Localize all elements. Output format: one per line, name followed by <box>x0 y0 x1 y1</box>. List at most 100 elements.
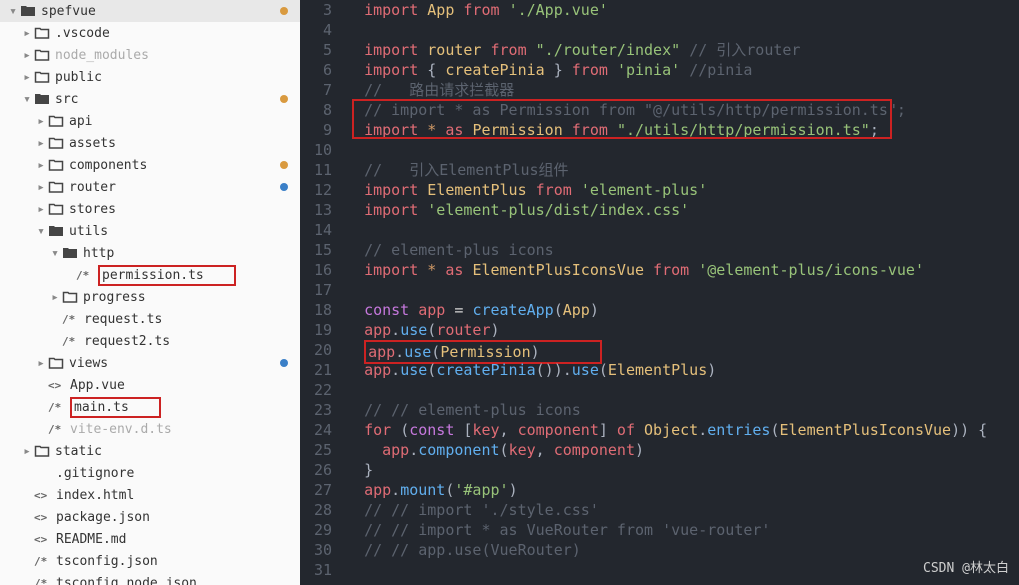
file-item[interactable]: .gitignore <box>0 462 300 484</box>
file-icon: /* <box>76 269 98 282</box>
code-line[interactable]: for (const [key, component] of Object.en… <box>346 420 1019 440</box>
line-number: 15 <box>300 240 332 260</box>
file-icon: /* <box>34 577 56 585</box>
chevron-icon: ▸ <box>48 290 62 305</box>
item-label: http <box>83 246 114 261</box>
file-item[interactable]: /* permission.ts <box>0 264 300 286</box>
code-line[interactable]: import ElementPlus from 'element-plus' <box>346 180 1019 200</box>
code-line[interactable]: app.component(key, component) <box>346 440 1019 460</box>
folder-item[interactable]: ▸.vscode <box>0 22 300 44</box>
folder-item[interactable]: ▸assets <box>0 132 300 154</box>
folder-item[interactable]: ▾spefvue <box>0 0 300 22</box>
item-label: README.md <box>56 532 126 547</box>
line-number: 13 <box>300 200 332 220</box>
line-number: 7 <box>300 80 332 100</box>
code-area[interactable]: CSDN @林太白 import App from './App.vue' im… <box>346 0 1019 585</box>
folder-item[interactable]: ▸ node_modules <box>0 44 300 66</box>
code-line[interactable] <box>346 380 1019 400</box>
line-number: 14 <box>300 220 332 240</box>
file-item[interactable]: /*vite-env.d.ts <box>0 418 300 440</box>
folder-item[interactable]: ▸views <box>0 352 300 374</box>
file-item[interactable]: /*tsconfig.node.json <box>0 572 300 585</box>
item-label: node_modules <box>55 48 149 63</box>
line-number-gutter: 3456789101112131415161718192021222324252… <box>300 0 346 585</box>
line-number: 25 <box>300 440 332 460</box>
code-line[interactable]: app.mount('#app') <box>346 480 1019 500</box>
code-line[interactable]: // // element-plus icons <box>346 400 1019 420</box>
code-line[interactable] <box>346 20 1019 40</box>
line-number: 23 <box>300 400 332 420</box>
item-label: stores <box>69 202 116 217</box>
folder-item[interactable]: ▸stores <box>0 198 300 220</box>
line-number: 24 <box>300 420 332 440</box>
line-number: 22 <box>300 380 332 400</box>
line-number: 12 <box>300 180 332 200</box>
modified-dot <box>280 95 288 103</box>
folder-item[interactable]: ▸progress <box>0 286 300 308</box>
modified-dot <box>280 161 288 169</box>
folder-item[interactable]: ▸public <box>0 66 300 88</box>
code-line[interactable]: import router from "./router/index" // 引… <box>346 40 1019 60</box>
item-label: assets <box>69 136 116 151</box>
code-line[interactable]: import 'element-plus/dist/index.css' <box>346 200 1019 220</box>
code-line[interactable]: import * as Permission from "./utils/htt… <box>346 120 1019 140</box>
chevron-icon: ▸ <box>20 48 34 63</box>
code-line[interactable]: // element-plus icons <box>346 240 1019 260</box>
file-item[interactable]: /*request.ts <box>0 308 300 330</box>
code-line[interactable]: import App from './App.vue' <box>346 0 1019 20</box>
folder-item[interactable]: ▾utils <box>0 220 300 242</box>
file-icon: /* <box>62 335 84 348</box>
file-item[interactable]: <>index.html <box>0 484 300 506</box>
file-item[interactable]: /*request2.ts <box>0 330 300 352</box>
line-number: 6 <box>300 60 332 80</box>
line-number: 27 <box>300 480 332 500</box>
code-line[interactable] <box>346 280 1019 300</box>
folder-item[interactable]: ▾http <box>0 242 300 264</box>
code-line[interactable]: // import * as Permission from "@/utils/… <box>346 100 1019 120</box>
file-item[interactable]: <>package.json <box>0 506 300 528</box>
code-line[interactable]: import * as ElementPlusIconsVue from '@e… <box>346 260 1019 280</box>
file-item[interactable]: <>App.vue <box>0 374 300 396</box>
folder-item[interactable]: ▸router <box>0 176 300 198</box>
code-line[interactable]: } <box>346 460 1019 480</box>
file-explorer[interactable]: ▾spefvue▸.vscode▸node_modules▸public▾src… <box>0 0 300 585</box>
code-line[interactable]: app.use(createPinia()).use(ElementPlus) <box>346 360 1019 380</box>
code-line[interactable]: app.use(router) <box>346 320 1019 340</box>
code-line[interactable] <box>346 220 1019 240</box>
code-line[interactable]: // 路由请求拦截器 <box>346 80 1019 100</box>
file-icon: <> <box>34 489 56 502</box>
folder-item[interactable]: ▸static <box>0 440 300 462</box>
modified-dot <box>280 7 288 15</box>
code-line[interactable] <box>346 140 1019 160</box>
code-line[interactable]: // // import './style.css' <box>346 500 1019 520</box>
folder-item[interactable]: ▸api <box>0 110 300 132</box>
item-label: index.html <box>56 488 134 503</box>
item-label: main.ts <box>74 400 129 415</box>
file-icon: /* <box>48 401 70 414</box>
chevron-icon: ▸ <box>34 158 48 173</box>
code-line[interactable]: app.use(Permission) <box>346 340 1019 360</box>
item-label: request.ts <box>84 312 162 327</box>
line-number: 21 <box>300 360 332 380</box>
code-line[interactable] <box>346 560 1019 580</box>
code-line[interactable]: // // import * as VueRouter from 'vue-ro… <box>346 520 1019 540</box>
file-icon: <> <box>34 533 56 546</box>
file-icon: /* <box>62 313 84 326</box>
file-icon: /* <box>48 423 70 436</box>
code-line[interactable]: import { createPinia } from 'pinia' //pi… <box>346 60 1019 80</box>
item-label: spefvue <box>41 4 96 19</box>
line-number: 20 <box>300 340 332 360</box>
watermark: CSDN @林太白 <box>923 559 1009 579</box>
folder-item[interactable]: ▾src <box>0 88 300 110</box>
file-item[interactable]: /* main.ts <box>0 396 300 418</box>
item-label: permission.ts <box>102 268 204 283</box>
file-item[interactable]: /*tsconfig.json <box>0 550 300 572</box>
code-editor[interactable]: 3456789101112131415161718192021222324252… <box>300 0 1019 585</box>
item-label: App.vue <box>70 378 125 393</box>
code-line[interactable]: const app = createApp(App) <box>346 300 1019 320</box>
chevron-icon: ▾ <box>34 224 48 239</box>
code-line[interactable]: // // app.use(VueRouter) <box>346 540 1019 560</box>
code-line[interactable]: // 引入ElementPlus组件 <box>346 160 1019 180</box>
folder-item[interactable]: ▸components <box>0 154 300 176</box>
file-item[interactable]: <>README.md <box>0 528 300 550</box>
